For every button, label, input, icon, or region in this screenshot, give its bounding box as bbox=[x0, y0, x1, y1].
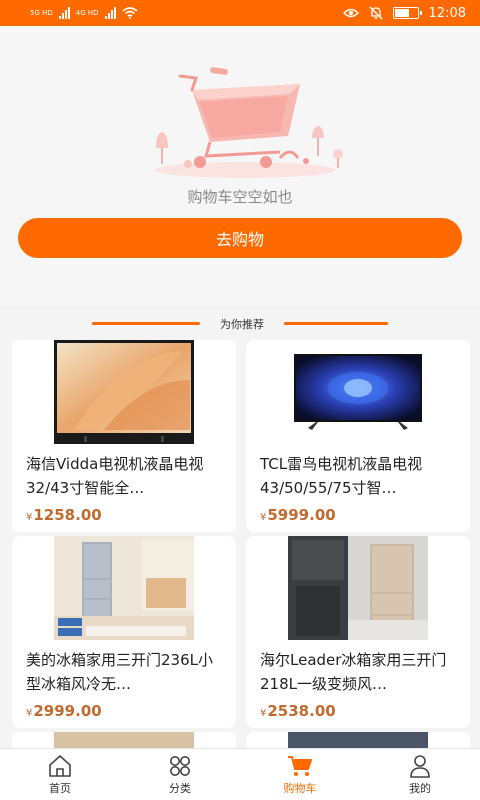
product-title: 美的冰箱家用三开门236L小型冰箱风冷无… bbox=[26, 651, 213, 693]
product-card[interactable]: 海信Vidda电视机液晶电视32/43寸智能全… ¥1258.00 bbox=[12, 340, 236, 532]
currency-symbol: ¥ bbox=[260, 708, 267, 719]
currency-symbol: ¥ bbox=[26, 512, 33, 523]
status-left: 5G HD 4G HD bbox=[30, 7, 138, 19]
signal-icon-2 bbox=[104, 7, 116, 19]
price-value: 1258.00 bbox=[33, 506, 102, 524]
go-shopping-button[interactable]: 去购物 bbox=[18, 218, 462, 258]
product-title: TCL雷鸟电视机液晶电视43/50/55/75寸智… bbox=[260, 455, 423, 497]
home-icon bbox=[49, 754, 71, 777]
network-label-2: 4G HD bbox=[75, 8, 99, 17]
mute-bell-icon bbox=[369, 6, 383, 20]
cart-icon bbox=[288, 755, 312, 776]
product-image bbox=[54, 340, 194, 444]
user-icon bbox=[410, 754, 430, 778]
product-title: 海信Vidda电视机液晶电视32/43寸智能全… bbox=[26, 455, 204, 497]
status-time: 12:08 bbox=[428, 5, 466, 21]
product-image bbox=[288, 536, 428, 640]
product-card[interactable]: 美的冰箱家用三开门236L小型冰箱风冷无… ¥2999.00 bbox=[12, 536, 236, 728]
bottom-nav: 首页 分类 购物车 我的 bbox=[0, 748, 480, 800]
product-image bbox=[294, 354, 422, 430]
status-right: 12:08 bbox=[342, 5, 466, 21]
signal-icon-1 bbox=[58, 7, 70, 19]
divider-line-right bbox=[284, 322, 388, 325]
product-price: ¥1258.00 bbox=[26, 506, 102, 524]
recommend-label: 为你推荐 bbox=[220, 318, 264, 331]
nav-label: 购物车 bbox=[283, 781, 317, 795]
price-value: 2538.00 bbox=[267, 702, 336, 720]
nav-label: 分类 bbox=[169, 781, 191, 795]
nav-item-profile[interactable]: 我的 bbox=[360, 749, 480, 800]
empty-cart-area: 购物车空空如也 去购物 bbox=[0, 26, 480, 306]
network-label-1: 5G HD bbox=[30, 8, 53, 17]
nav-item-home[interactable]: 首页 bbox=[0, 749, 120, 800]
divider-line-left bbox=[92, 322, 200, 325]
currency-symbol: ¥ bbox=[260, 512, 267, 523]
category-icon bbox=[170, 755, 190, 776]
product-price: ¥2999.00 bbox=[26, 702, 102, 720]
product-image bbox=[54, 536, 194, 640]
nav-label: 我的 bbox=[409, 781, 431, 795]
product-title: 海尔Leader冰箱家用三开门218L一级变频风… bbox=[260, 651, 447, 693]
status-bar: 5G HD 4G HD 12:08 bbox=[0, 0, 480, 26]
product-price: ¥2538.00 bbox=[260, 702, 336, 720]
eye-icon bbox=[342, 8, 359, 18]
empty-cart-illustration bbox=[155, 67, 343, 178]
product-card[interactable]: 海尔Leader冰箱家用三开门218L一级变频风… ¥2538.00 bbox=[246, 536, 470, 728]
product-price: ¥5999.00 bbox=[260, 506, 336, 524]
battery-fill bbox=[394, 9, 409, 17]
nav-label: 首页 bbox=[49, 781, 71, 795]
price-value: 2999.00 bbox=[33, 702, 102, 720]
currency-symbol: ¥ bbox=[26, 708, 33, 719]
empty-cart-message: 购物车空空如也 bbox=[187, 188, 293, 206]
product-card[interactable]: TCL雷鸟电视机液晶电视43/50/55/75寸智… ¥5999.00 bbox=[246, 340, 470, 532]
price-value: 5999.00 bbox=[267, 506, 336, 524]
nav-item-cart[interactable]: 购物车 bbox=[240, 749, 360, 800]
nav-item-category[interactable]: 分类 bbox=[120, 749, 240, 800]
wifi-icon bbox=[122, 7, 138, 19]
recommend-divider: 为你推荐 bbox=[0, 316, 480, 332]
battery-icon bbox=[392, 7, 422, 19]
